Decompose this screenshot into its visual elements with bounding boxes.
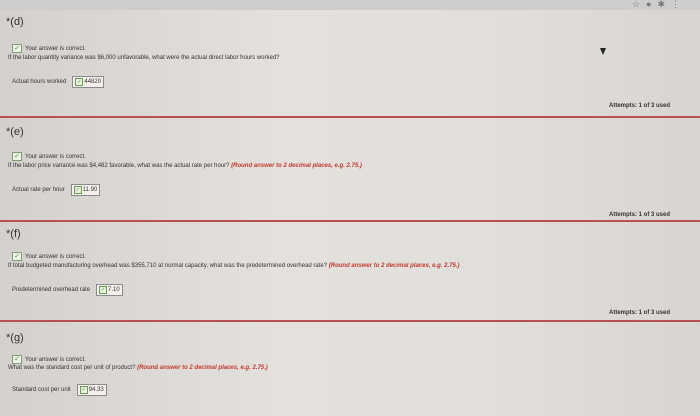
correct-indicator: ✓ Your answer is correct.: [12, 355, 86, 364]
correct-text: Your answer is correct.: [25, 253, 86, 260]
rounding-hint: (Round answer to 2 decimal places, e.g. …: [328, 263, 460, 269]
checkmark-icon: ✓: [12, 355, 22, 364]
toolbar-icons[interactable]: ☆●✱⋮: [632, 0, 686, 10]
record-icon[interactable]: ●: [646, 0, 657, 9]
attempts-counter: Attempts: 1 of 3 used: [608, 310, 670, 316]
question-text: If the labor quantity variance was $6,00…: [8, 55, 280, 61]
answer-input[interactable]: ✓ 44820: [72, 76, 105, 88]
mouse-cursor-icon: [600, 48, 606, 55]
question-body: If the labor quantity variance was $6,00…: [8, 55, 280, 61]
answer-label: Actual hours worked: [12, 79, 67, 85]
answer-row: Predetermined overhead rate ✓ 7.10: [12, 284, 123, 296]
browser-toolbar: ☆●✱⋮: [0, 0, 700, 10]
correct-indicator: ✓ Your answer is correct.: [12, 252, 86, 261]
answer-value: 11.90: [82, 187, 98, 193]
answer-row: Actual hours worked ✓ 44820: [12, 76, 105, 88]
question-text: What was the standard cost per unit of p…: [8, 365, 268, 371]
correct-check-icon: ✓: [99, 286, 108, 294]
section-divider: [0, 116, 700, 118]
correct-text: Your answer is correct.: [25, 356, 86, 363]
section-divider: [0, 220, 700, 222]
attempts-counter: Attempts: 1 of 3 used: [608, 212, 670, 218]
star-icon[interactable]: ☆: [632, 0, 646, 9]
extension-icon[interactable]: ✱: [657, 0, 671, 9]
answer-label: Actual rate per hour: [12, 187, 65, 193]
answer-input[interactable]: ✓ 11.90: [70, 184, 101, 196]
answer-value: 94.33: [88, 387, 104, 393]
checkmark-icon: ✓: [12, 252, 22, 261]
checkmark-icon: ✓: [12, 44, 22, 53]
answer-input[interactable]: ✓ 94.33: [76, 384, 107, 396]
answer-row: Actual rate per hour ✓ 11.90: [12, 184, 101, 196]
checkmark-icon: ✓: [12, 152, 22, 161]
section-divider: [0, 320, 700, 322]
part-label: *(d): [6, 16, 24, 28]
correct-indicator: ✓ Your answer is correct.: [12, 152, 86, 161]
correct-check-icon: ✓: [79, 386, 88, 394]
question-text: If the labor price variance was $4,482 f…: [8, 163, 362, 169]
correct-check-icon: ✓: [73, 186, 82, 194]
rounding-hint: (Round answer to 2 decimal places, e.g. …: [231, 163, 362, 169]
question-body: What was the standard cost per unit of p…: [8, 365, 136, 371]
answer-row: Standard cost per unit ✓ 94.33: [12, 384, 107, 396]
answer-label: Predetermined overhead rate: [12, 287, 91, 293]
attempts-counter: Attempts: 1 of 3 used: [608, 103, 670, 109]
part-label: *(f): [6, 228, 21, 240]
question-body: If total budgeted manufacturing overhead…: [8, 263, 328, 269]
answer-label: Standard cost per unit: [12, 387, 71, 393]
correct-indicator: ✓ Your answer is correct.: [12, 44, 86, 53]
question-page: *(d) ✓ Your answer is correct. If the la…: [0, 10, 700, 416]
rounding-hint: (Round answer to 2 decimal places, e.g. …: [137, 365, 268, 371]
correct-text: Your answer is correct.: [25, 45, 86, 52]
answer-value: 7.10: [108, 287, 120, 293]
correct-check-icon: ✓: [75, 78, 84, 86]
menu-icon[interactable]: ⋮: [671, 0, 686, 9]
answer-value: 44820: [84, 79, 102, 85]
part-label: *(g): [6, 332, 24, 344]
question-body: If the labor price variance was $4,482 f…: [8, 163, 230, 169]
correct-text: Your answer is correct.: [25, 153, 86, 160]
answer-input[interactable]: ✓ 7.10: [96, 284, 123, 296]
question-text: If total budgeted manufacturing overhead…: [8, 263, 459, 269]
part-label: *(e): [6, 126, 24, 138]
